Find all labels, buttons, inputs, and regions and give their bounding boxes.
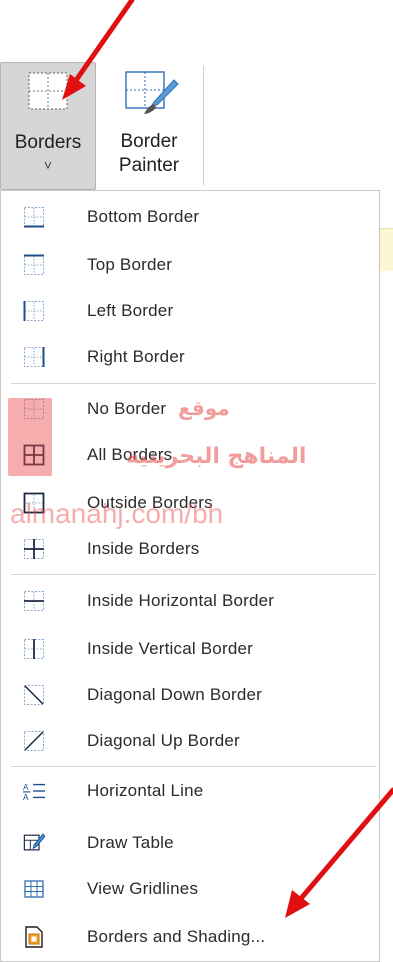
menu-item-borders-and-shading[interactable]: Borders and Shading... [1, 915, 379, 959]
menu-item-right-border[interactable]: Right Border [1, 335, 379, 379]
menu-item-label: Inside Borders [87, 539, 200, 558]
borders-label: Borders [14, 132, 82, 153]
diagonal-up-border-icon [23, 730, 45, 752]
menu-item-view-gridlines[interactable]: View Gridlines [1, 867, 379, 911]
left-border-icon [23, 300, 45, 322]
ribbon-divider [203, 66, 204, 186]
menu-item-all-borders[interactable]: All Borders [1, 433, 379, 477]
menu-item-diagonal-down-border[interactable]: Diagonal Down Border [1, 673, 379, 717]
all-borders-icon [23, 444, 45, 466]
menu-item-label: Diagonal Up Border [87, 731, 240, 750]
menu-separator [11, 574, 376, 575]
bottom-border-icon [23, 206, 45, 228]
menu-item-horizontal-line[interactable]: AA Horizontal Line [1, 769, 379, 813]
notification-strip [380, 228, 393, 271]
menu-item-inside-horizontal-border[interactable]: Inside Horizontal Border [1, 579, 379, 623]
menu-item-label: Horizontal Line [87, 781, 204, 800]
menu-item-no-border[interactable]: No Border [1, 387, 379, 431]
svg-text:A: A [23, 793, 29, 802]
menu-item-label: Diagonal Down Border [87, 685, 263, 704]
menu-item-label: Inside Horizontal Border [87, 591, 275, 610]
borders-grid-icon [28, 72, 68, 110]
menu-item-inside-borders[interactable]: Inside Borders [1, 527, 379, 571]
menu-item-label: Borders and Shading... [87, 927, 266, 946]
menu-item-label: No Border [87, 399, 167, 418]
draw-table-icon [23, 832, 45, 854]
borders-and-shading-icon [23, 926, 45, 948]
svg-text:A: A [23, 783, 29, 792]
borders-dropdown-menu: Bottom Border Top Border Left Border Rig… [0, 190, 380, 962]
menu-item-inside-vertical-border[interactable]: Inside Vertical Border [1, 627, 379, 671]
menu-item-label: Top Border [87, 255, 173, 274]
outside-borders-icon [23, 492, 45, 514]
inside-vertical-border-icon [23, 638, 45, 660]
menu-item-label: All Borders [87, 445, 173, 464]
border-painter-icon [125, 71, 179, 114]
border-painter-button[interactable]: Border Painter [104, 62, 194, 190]
no-border-icon [23, 398, 45, 420]
menu-item-outside-borders[interactable]: Outside Borders [1, 481, 379, 525]
menu-item-bottom-border[interactable]: Bottom Border [1, 195, 379, 239]
menu-item-left-border[interactable]: Left Border [1, 289, 379, 333]
view-gridlines-icon [23, 878, 45, 900]
menu-item-label: Draw Table [87, 833, 174, 852]
right-border-icon [23, 346, 45, 368]
chevron-down-icon[interactable]: ˅ [44, 157, 52, 173]
diagonal-down-border-icon [23, 684, 45, 706]
border-painter-label-1: Border [120, 131, 178, 152]
horizontal-line-icon: AA [23, 780, 45, 802]
inside-horizontal-border-icon [23, 590, 45, 612]
menu-separator [11, 766, 376, 767]
menu-item-label: View Gridlines [87, 879, 199, 898]
menu-item-label: Inside Vertical Border [87, 639, 253, 658]
menu-separator [11, 383, 376, 384]
top-border-icon [23, 254, 45, 276]
menu-item-label: Left Border [87, 301, 174, 320]
menu-item-label: Bottom Border [87, 207, 200, 226]
menu-item-draw-table[interactable]: Draw Table [1, 821, 379, 865]
inside-borders-icon [23, 538, 45, 560]
menu-item-diagonal-up-border[interactable]: Diagonal Up Border [1, 719, 379, 763]
ribbon: Borders ˅ Border Painter [0, 0, 393, 200]
menu-item-top-border[interactable]: Top Border [1, 243, 379, 287]
menu-item-label: Right Border [87, 347, 185, 366]
border-painter-label-2: Painter [118, 155, 180, 176]
borders-button[interactable]: Borders ˅ [0, 62, 96, 190]
menu-item-label: Outside Borders [87, 493, 213, 512]
